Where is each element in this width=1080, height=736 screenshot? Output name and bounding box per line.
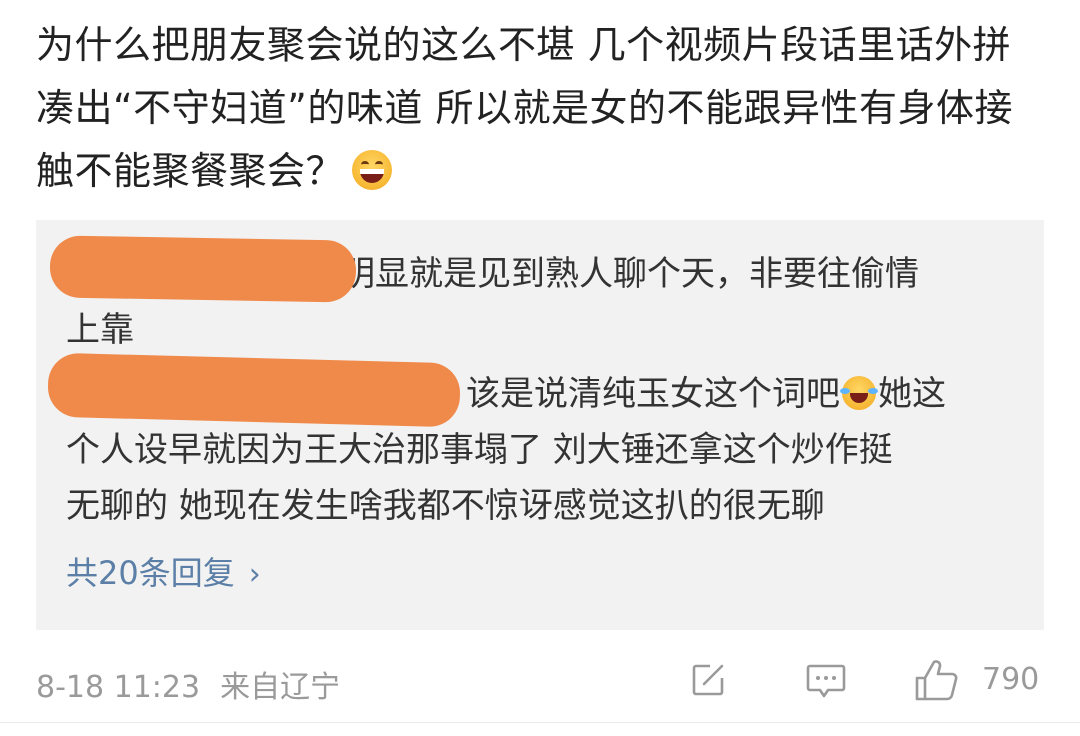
reply-line: 无聊的 她现在发生啥我都不惊讶感觉这扒的很无聊 xyxy=(66,478,1016,534)
comment-icon[interactable] xyxy=(806,664,846,698)
reply-text: 该是说清纯玉女这个词吧 xyxy=(466,374,840,414)
reply-text: 无聊的 她现在发生啥我都不惊讶感觉这扒的很无聊 xyxy=(66,486,825,526)
post-body: 为什么把朋友聚会说的这么不堪 几个视频片段话里话外拼凑出“不守妇道”的味道 所以… xyxy=(36,23,1013,193)
grinning-face-emoji-icon xyxy=(352,150,393,190)
divider xyxy=(0,722,1080,723)
like-count: 790 xyxy=(982,662,1040,697)
post-text: 为什么把朋友聚会说的这么不堪 几个视频片段话里话外拼凑出“不守妇道”的味道 所以… xyxy=(36,14,1046,203)
redacted-username xyxy=(49,235,357,303)
chevron-right-icon: › xyxy=(248,557,261,592)
location: 来自辽宁 xyxy=(220,670,341,705)
post-meta: 8-18 11:23 来自辽宁 xyxy=(36,662,340,706)
reply-text: 明显就是见到熟人聊个天，非要往偷情 xyxy=(341,254,919,294)
reply-line: 上靠 xyxy=(66,302,1016,358)
view-all-replies-link[interactable]: 共20条回复 › xyxy=(66,548,261,594)
reply-text: 上靠 xyxy=(66,310,134,350)
reply-text: 个人设早就因为王大治那事塌了 刘大锤还拿这个炒作挺 xyxy=(66,430,893,470)
reply-text: 她这 xyxy=(878,374,946,414)
reply-preview-box[interactable]: 明显就是见到熟人聊个天，非要往偷情 上靠 该是说清纯玉女这个词吧 她这 个人设早就… xyxy=(36,220,1044,630)
timestamp: 8-18 11:23 xyxy=(36,670,201,705)
post-footer: 8-18 11:23 来自辽宁 790 xyxy=(36,658,1044,708)
view-all-replies-label: 共20条回复 xyxy=(66,554,235,592)
thumbs-up-icon[interactable] xyxy=(914,658,958,702)
redacted-username xyxy=(47,352,461,428)
laughing-tears-emoji-icon xyxy=(840,376,878,410)
reply-line: 个人设早就因为王大治那事塌了 刘大锤还拿这个炒作挺 xyxy=(66,422,1016,478)
share-icon[interactable] xyxy=(690,662,726,698)
